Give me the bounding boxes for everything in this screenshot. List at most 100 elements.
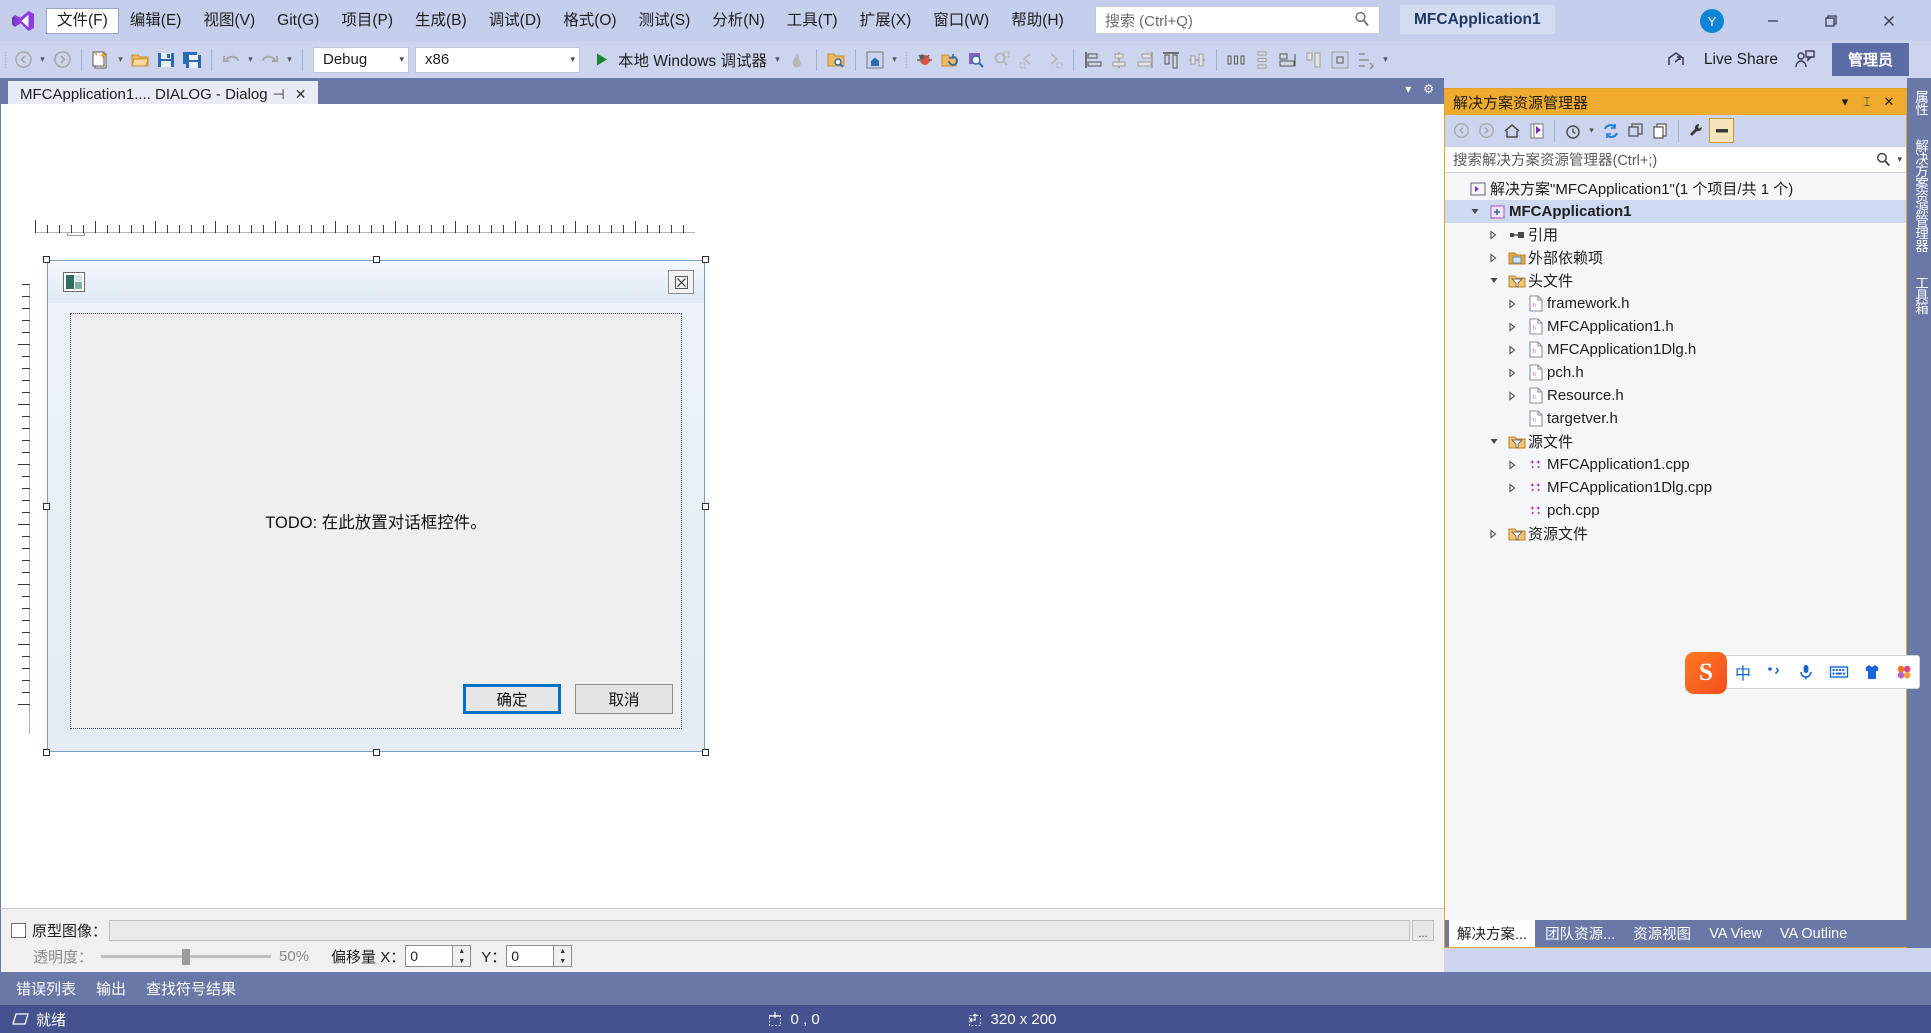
tab-order-icon[interactable] xyxy=(1353,47,1379,73)
se-tab-va-outline[interactable]: VA Outline xyxy=(1772,920,1855,947)
prototype-image-browse-button[interactable]: ... xyxy=(1412,919,1434,941)
resize-handle-ne[interactable] xyxy=(702,256,709,263)
zoom-out-icon[interactable] xyxy=(989,47,1015,73)
offset-x-input[interactable]: 0 xyxy=(405,945,454,967)
dialog-cancel-button[interactable]: 取消 xyxy=(575,684,673,714)
live-share-label[interactable]: Live Share xyxy=(1700,51,1792,69)
tree-item[interactable]: 头文件 xyxy=(1445,269,1906,292)
back-icon[interactable] xyxy=(1449,118,1474,143)
navigate-back-dropdown-icon[interactable]: ▾ xyxy=(36,47,49,73)
space-across-icon[interactable] xyxy=(1223,47,1249,73)
prototype-image-path-input[interactable] xyxy=(109,919,1410,941)
chevron-down-icon[interactable]: ▾ xyxy=(1892,154,1902,165)
align-centers-icon[interactable] xyxy=(1106,47,1132,73)
se-tab-team-explorer[interactable]: 团队资源... xyxy=(1537,920,1623,947)
tree-item[interactable]: MFCApplication1 xyxy=(1445,200,1906,223)
se-tab-solution[interactable]: 解决方案... xyxy=(1449,920,1536,947)
refresh-icon[interactable] xyxy=(1598,118,1623,143)
toolbar-overflow-icon[interactable]: ▾ xyxy=(1379,47,1392,73)
menu-item-tools[interactable]: 工具(T) xyxy=(776,8,849,34)
resize-handle-w[interactable] xyxy=(43,503,50,510)
menu-item-window[interactable]: 窗口(W) xyxy=(922,8,1000,34)
offset-y-input[interactable]: 0 xyxy=(506,945,555,967)
live-share-icon[interactable] xyxy=(1664,47,1690,73)
search-window-icon[interactable] xyxy=(963,47,989,73)
tree-item[interactable]: h Resource.h xyxy=(1445,384,1906,407)
twisty-expanded-icon[interactable] xyxy=(1470,207,1487,216)
refresh-window-icon[interactable] xyxy=(937,47,963,73)
forward-icon[interactable] xyxy=(1474,118,1499,143)
feedback-icon[interactable] xyxy=(1792,47,1818,73)
chevron-down-icon[interactable]: ▾ xyxy=(1405,82,1411,96)
twisty-collapsed-icon[interactable] xyxy=(1508,459,1525,470)
platform-combo[interactable]: x86 ▾ xyxy=(415,46,580,73)
twisty-collapsed-icon[interactable] xyxy=(1508,482,1525,493)
resize-handle-s[interactable] xyxy=(373,749,380,756)
make-same-height-icon[interactable] xyxy=(1301,47,1327,73)
move-left-icon[interactable] xyxy=(1015,47,1041,73)
align-tops-icon[interactable] xyxy=(1158,47,1184,73)
menu-item-edit[interactable]: 编辑(E) xyxy=(119,8,193,34)
home-icon[interactable] xyxy=(862,47,888,73)
undo-dropdown-icon[interactable]: ▾ xyxy=(244,47,257,73)
resize-handle-sw[interactable] xyxy=(43,749,50,756)
resize-handle-n[interactable] xyxy=(373,256,380,263)
solution-explorer-search-input[interactable]: 搜索解决方案资源管理器(Ctrl+;) ▾ xyxy=(1445,146,1906,173)
close-button[interactable] xyxy=(1866,0,1911,41)
tree-item[interactable]: 解决方案"MFCApplication1"(1 个项目/共 1 个) xyxy=(1445,177,1906,200)
twisty-collapsed-icon[interactable] xyxy=(1489,229,1506,240)
tree-item[interactable]: 资源文件 xyxy=(1445,522,1906,545)
resize-handle-nw[interactable] xyxy=(43,256,50,263)
make-same-width-icon[interactable] xyxy=(1275,47,1301,73)
side-tab-solution-explorer[interactable]: 解决方案资源管理器 xyxy=(1907,127,1931,264)
undo-icon[interactable] xyxy=(218,47,244,73)
prototype-image-checkbox[interactable] xyxy=(11,922,26,938)
tree-item[interactable]: h framework.h xyxy=(1445,292,1906,315)
dialog-selection-wrapper[interactable]: TODO: 在此放置对话框控件。 确定 取消 xyxy=(43,256,709,756)
apps-grid-icon[interactable] xyxy=(1895,663,1913,681)
side-tab-toolbox[interactable]: 工具箱 xyxy=(1907,264,1931,326)
se-tab-resource-view[interactable]: 资源视图 xyxy=(1625,920,1699,947)
tree-item[interactable]: 源文件 xyxy=(1445,430,1906,453)
twisty-collapsed-icon[interactable] xyxy=(1508,367,1525,378)
minimize-button[interactable] xyxy=(1750,0,1795,41)
show-all-files-icon[interactable] xyxy=(1648,118,1673,143)
todo-static-text[interactable]: TODO: 在此放置对话框控件。 xyxy=(265,509,487,533)
search-input[interactable]: 搜索 (Ctrl+Q) xyxy=(1095,6,1380,34)
run-target-dropdown-icon[interactable]: ▾ xyxy=(771,47,784,73)
tree-item[interactable]: pch.cpp xyxy=(1445,499,1906,522)
dialog-client-area[interactable]: TODO: 在此放置对话框控件。 确定 取消 xyxy=(70,313,682,729)
keyboard-icon[interactable] xyxy=(1829,663,1849,681)
design-dialog[interactable]: TODO: 在此放置对话框控件。 确定 取消 xyxy=(47,260,705,752)
space-down-icon[interactable] xyxy=(1249,47,1275,73)
menu-item-file[interactable]: 文件(F) xyxy=(46,7,119,34)
resize-handle-se[interactable] xyxy=(702,749,709,756)
settings-gear-icon[interactable]: ⚙ xyxy=(1423,82,1434,96)
pending-changes-icon[interactable] xyxy=(1560,118,1585,143)
tree-item[interactable]: 引用 xyxy=(1445,223,1906,246)
menu-item-project[interactable]: 项目(P) xyxy=(330,8,404,34)
navigate-back-icon[interactable] xyxy=(10,47,36,73)
hot-reload-icon[interactable] xyxy=(784,47,810,73)
menu-item-analyze[interactable]: 分析(N) xyxy=(701,8,776,34)
preview-selected-items-icon[interactable] xyxy=(1709,118,1734,143)
punctuation-icon[interactable] xyxy=(1765,663,1783,681)
find-in-files-icon[interactable] xyxy=(823,47,849,73)
open-file-icon[interactable] xyxy=(127,47,153,73)
toolbar-grip[interactable] xyxy=(901,47,911,73)
collapse-all-icon[interactable] xyxy=(1623,118,1648,143)
redo-icon[interactable] xyxy=(257,47,283,73)
resize-handle-e[interactable] xyxy=(702,503,709,510)
new-file-dropdown-icon[interactable]: ▾ xyxy=(114,47,127,73)
chevron-down-icon[interactable]: ▾ xyxy=(1834,94,1856,110)
center-horizontal-icon[interactable] xyxy=(1327,47,1353,73)
ime-mode-label[interactable]: 中 xyxy=(1735,660,1751,684)
sogou-logo-icon[interactable]: S xyxy=(1685,652,1727,694)
switch-views-icon[interactable] xyxy=(1524,118,1549,143)
menu-item-build[interactable]: 生成(B) xyxy=(404,8,478,34)
maximize-button[interactable] xyxy=(1808,0,1853,41)
twisty-collapsed-icon[interactable] xyxy=(1489,528,1506,539)
solution-explorer-tree[interactable]: 解决方案"MFCApplication1"(1 个项目/共 1 个) MFCApp… xyxy=(1445,173,1906,545)
dialog-designer-surface[interactable]: TODO: 在此放置对话框控件。 确定 取消 xyxy=(0,104,1444,908)
home-icon[interactable] xyxy=(1499,118,1524,143)
